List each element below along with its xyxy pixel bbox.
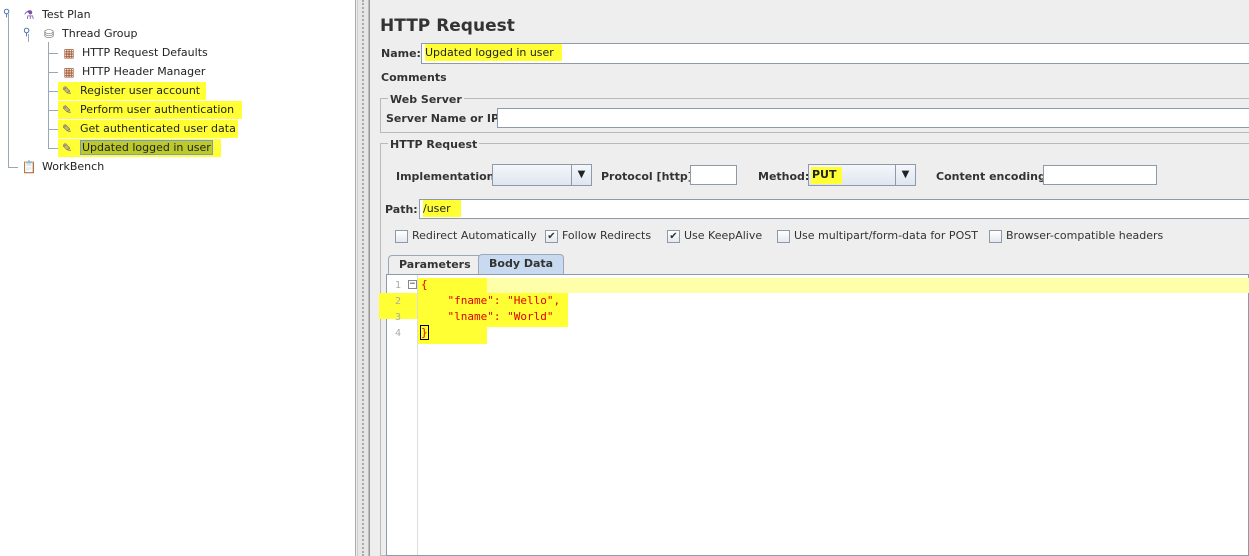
sampler-pipette-icon: ✎	[61, 122, 73, 136]
config-element-icon: ▦	[63, 46, 75, 60]
checkmark-icon: ✔	[545, 229, 558, 243]
name-label: Name:	[381, 47, 421, 60]
test-plan-tree[interactable]: ⚲ ⚲ ⚗ Test Plan ⛁ Thread Group ▦ HTTP Reque…	[0, 0, 356, 556]
follow-redirects-checkbox[interactable]: ✔ Follow Redirects	[545, 229, 651, 245]
checkmark-icon: ✔	[667, 229, 680, 243]
tree-item-thread-group[interactable]: ⛁ Thread Group	[40, 25, 137, 43]
tree-item-test-plan[interactable]: ⚗ Test Plan	[20, 6, 91, 24]
config-element-icon: ▦	[63, 65, 75, 79]
browser-compatible-headers-checkbox[interactable]: Browser-compatible headers	[989, 229, 1163, 245]
tree-item-http-request-defaults[interactable]: ▦ HTTP Request Defaults	[60, 44, 207, 62]
workbench-clipboard-icon: 📋	[21, 160, 37, 174]
sampler-pipette-icon: ✎	[61, 84, 73, 98]
code-line: "fname": "Hello",	[421, 294, 561, 307]
thread-group-spool-icon: ⛁	[43, 27, 55, 41]
method-dropdown[interactable]: PUT ▼	[808, 164, 916, 186]
tree-item-register-user-account[interactable]: ✎ Register user account	[58, 82, 207, 100]
implementation-label: Implementation:	[396, 170, 499, 183]
content-encoding-field[interactable]	[1043, 165, 1157, 185]
comments-field[interactable]	[446, 68, 1249, 86]
code-line: "lname": "World"	[421, 310, 554, 323]
tab-body-data[interactable]: Body Data	[478, 254, 565, 274]
implementation-dropdown[interactable]: ▼	[492, 164, 592, 186]
comments-label: Comments:	[381, 71, 452, 84]
code-line: }	[420, 325, 429, 340]
fold-collapse-icon[interactable]: −	[408, 280, 417, 289]
tab-parameters[interactable]: Parameters	[388, 255, 482, 274]
use-multipart-checkbox[interactable]: Use multipart/form-data for POST	[777, 229, 978, 245]
redirect-automatically-checkbox[interactable]: Redirect Automatically	[395, 229, 537, 245]
http-request-group-title: HTTP Request	[388, 138, 480, 151]
name-field[interactable]: Updated logged in user	[421, 43, 1249, 64]
sampler-pipette-icon: ✎	[61, 103, 73, 117]
content-encoding-label: Content encoding:	[936, 170, 1051, 183]
split-pane-divider[interactable]	[357, 0, 369, 556]
test-plan-flask-icon: ⚗	[23, 8, 35, 22]
protocol-label: Protocol [http]:	[601, 170, 698, 183]
path-field[interactable]: /user	[419, 199, 1249, 219]
expand-handle-icon[interactable]: ⚲	[23, 27, 30, 38]
server-name-field[interactable]	[497, 108, 1249, 128]
page-title: HTTP Request	[380, 16, 515, 36]
body-data-editor[interactable]: − 1 2 3 4 { "fname": "Hello", "lname": "…	[379, 274, 1249, 556]
tree-item-workbench[interactable]: 📋 WorkBench	[20, 158, 105, 176]
chevron-down-icon: ▼	[571, 165, 591, 185]
web-server-title: Web Server	[388, 93, 464, 106]
method-label: Method:	[758, 170, 810, 183]
tree-item-http-header-manager[interactable]: ▦ HTTP Header Manager	[60, 63, 205, 81]
protocol-field[interactable]	[690, 165, 737, 185]
use-keepalive-checkbox[interactable]: ✔ Use KeepAlive	[667, 229, 762, 245]
chevron-down-icon: ▼	[895, 165, 915, 185]
sampler-pipette-icon: ✎	[61, 141, 73, 155]
server-label: Server Name or IP:	[386, 112, 504, 125]
line-number-gutter	[387, 275, 418, 555]
expand-handle-icon[interactable]: ⚲	[3, 8, 10, 19]
tree-item-updated-logged-in-user[interactable]: ✎ Updated logged in user	[58, 139, 221, 157]
tree-item-get-authenticated-user-data[interactable]: ✎ Get authenticated user data	[58, 120, 238, 138]
path-label: Path:	[385, 203, 418, 216]
code-line: {	[421, 278, 428, 291]
tree-item-perform-user-authentication[interactable]: ✎ Perform user authentication	[58, 101, 243, 119]
